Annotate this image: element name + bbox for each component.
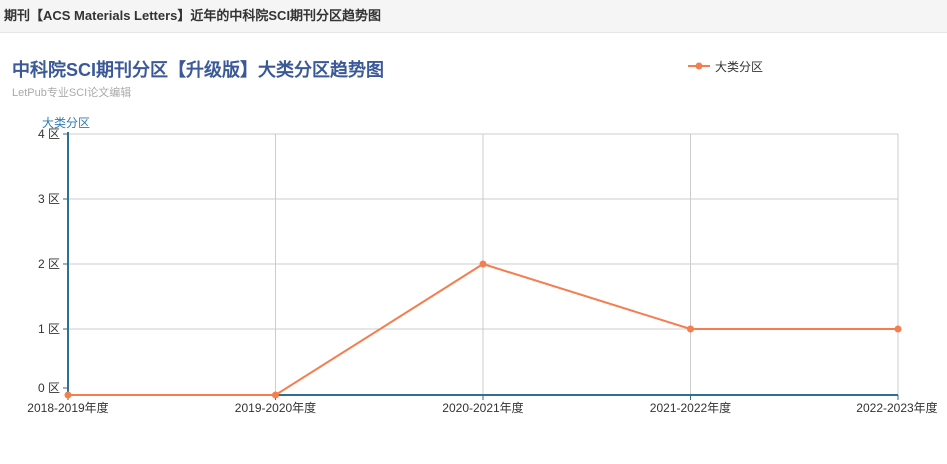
data-point xyxy=(687,325,694,333)
y-tick-label: 4 区 xyxy=(38,127,60,141)
chart-page: 期刊【ACS Materials Letters】近年的中科院SCI期刊分区趋势… xyxy=(0,0,947,464)
x-tick-label: 2019-2020年度 xyxy=(235,400,316,415)
x-tick-label: 2018-2019年度 xyxy=(27,400,108,415)
data-point xyxy=(479,260,487,268)
y-tick-label: 0 区 xyxy=(38,381,60,395)
y-tick-label: 3 区 xyxy=(38,192,60,206)
y-tick-label: 2 区 xyxy=(38,257,60,271)
x-tick-label: 2021-2022年度 xyxy=(650,400,731,415)
y-tick-label: 1 区 xyxy=(38,322,60,336)
data-point xyxy=(894,325,902,333)
x-tick-label: 2022-2023年度 xyxy=(856,400,937,415)
data-point xyxy=(64,391,72,399)
line-chart: 大类分区0 区1 区2 区3 区4 区2018-2019年度 2019-2020年… xyxy=(27,116,937,415)
data-point xyxy=(272,391,279,399)
x-tick-label: 2020-2021年度 xyxy=(442,400,523,415)
